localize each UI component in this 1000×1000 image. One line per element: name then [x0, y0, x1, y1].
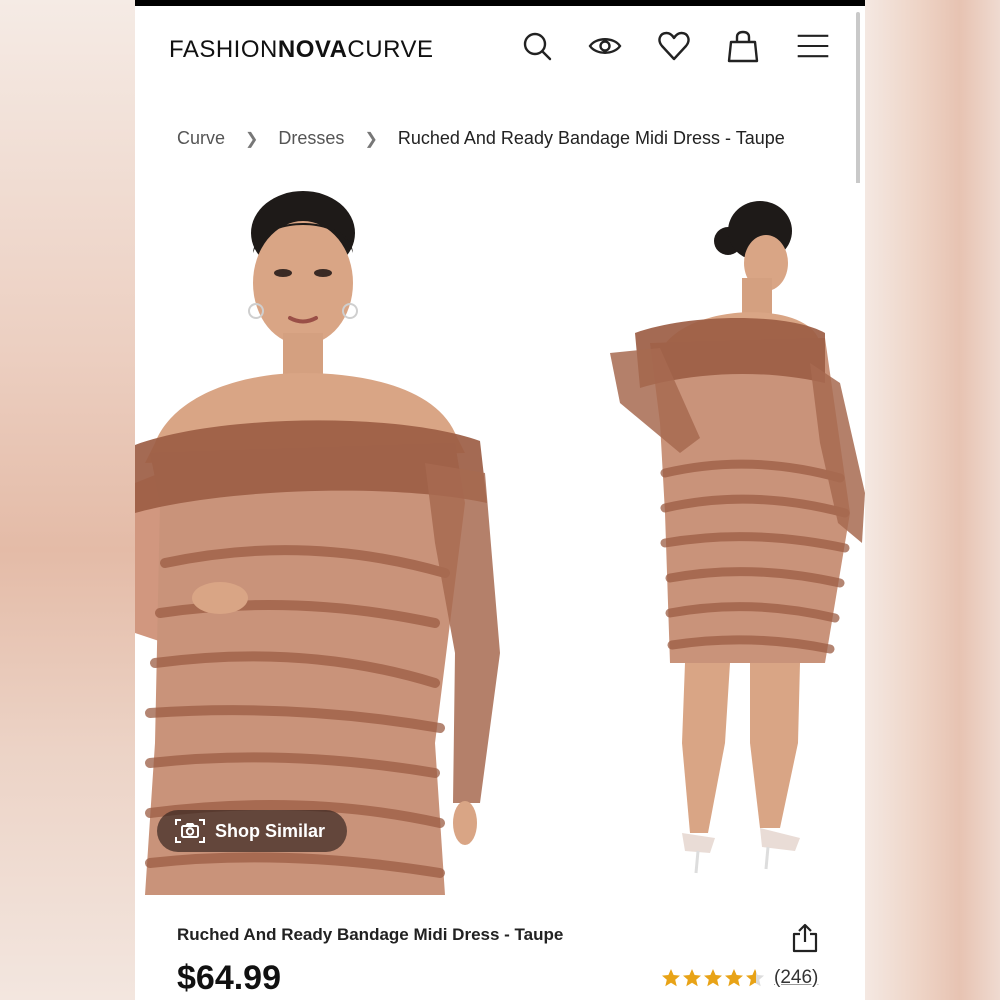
eye-icon[interactable]	[587, 28, 623, 64]
search-icon[interactable]	[519, 28, 555, 64]
product-image-back[interactable]	[600, 183, 865, 895]
scrollbar[interactable]	[856, 12, 860, 210]
background-left	[0, 0, 135, 1000]
menu-icon[interactable]	[793, 28, 833, 64]
background-right	[865, 0, 1000, 1000]
model-back-illustration	[600, 183, 865, 895]
chevron-right-icon: ❯	[364, 130, 378, 148]
star-icon	[725, 969, 743, 987]
logo-part-curve: CURVE	[347, 36, 434, 63]
breadcrumb: Curve ❯ Dresses ❯ Ruched And Ready Banda…	[177, 128, 785, 149]
star-icon	[704, 969, 722, 987]
share-icon[interactable]	[791, 923, 819, 953]
product-title: Ruched And Ready Bandage Midi Dress - Ta…	[177, 925, 564, 944]
logo-part-fashion: FASHION	[169, 36, 278, 63]
shop-similar-label: Shop Similar	[215, 820, 326, 841]
chevron-right-icon: ❯	[245, 130, 259, 148]
model-front-illustration	[135, 183, 520, 895]
review-count[interactable]: (246)	[774, 967, 818, 989]
product-info: Ruched And Ready Bandage Midi Dress - Ta…	[135, 895, 865, 1000]
site-header: FASHIONNOVACURVE	[135, 6, 865, 96]
rating-stars	[661, 968, 766, 988]
logo-part-nova: NOVA	[277, 36, 348, 63]
product-image-front[interactable]	[135, 183, 520, 895]
product-price: $64.99	[177, 959, 281, 997]
breadcrumb-curve[interactable]: Curve	[177, 128, 225, 149]
product-rating[interactable]: (246)	[661, 967, 818, 989]
breadcrumb-dresses[interactable]: Dresses	[278, 128, 344, 149]
bag-icon[interactable]	[725, 28, 761, 64]
star-icon	[662, 969, 680, 987]
heart-icon[interactable]	[656, 28, 692, 64]
phone-screen: FASHIONNOVACURVE Curve ❯ Dresses ❯ Ruche…	[135, 0, 865, 1000]
shop-similar-button[interactable]: Shop Similar	[157, 810, 347, 852]
breadcrumb-current: Ruched And Ready Bandage Midi Dress - Ta…	[397, 128, 785, 148]
star-half-icon	[746, 969, 764, 987]
camera-icon	[175, 819, 205, 843]
star-icon	[683, 969, 701, 987]
brand-logo[interactable]: FASHIONNOVACURVE	[169, 36, 434, 64]
